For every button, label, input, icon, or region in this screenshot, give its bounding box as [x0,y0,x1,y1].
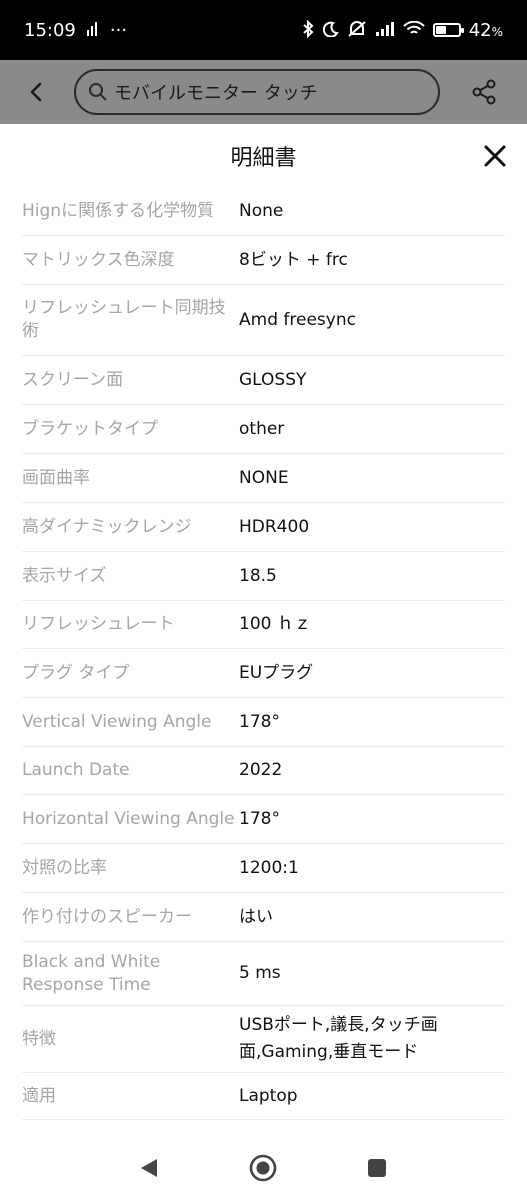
nav-recents-icon [368,1159,386,1177]
spec-label: スクリーン面 [22,369,124,390]
spec-row: マトリックス色深度 8ビット + frc [22,236,505,285]
status-time: 15:09 [24,19,76,41]
bluetooth-icon [301,19,315,41]
search-query-text: モバイルモニター タッチ [114,83,318,104]
search-input[interactable]: モバイルモニター タッチ [74,69,440,115]
spec-label: プラグ タイプ [22,662,130,683]
spec-row: 特徴 USBポート,議長,タッチ画面,Gaming,垂直モード [22,1006,505,1073]
spec-value: NONE [239,467,289,488]
sheet-title: 明細書 [230,146,297,171]
spec-row: リフレッシュレート 100 ｈｚ [22,601,505,649]
spec-value: Laptop [239,1085,298,1106]
spec-row: 表示サイズ 18.5 [22,552,505,601]
nav-back-icon [141,1159,157,1177]
spec-row: 高ダイナミックレンジ HDR400 [22,503,505,552]
battery-level: 42% [468,19,503,41]
spec-row: Hignに関係する化学物質 None [22,188,505,236]
spec-row: Vertical Viewing Angle 178° [22,698,505,747]
spec-label: Launch Date [22,760,130,780]
spec-row: 作り付けのスピーカー はい [22,893,505,942]
spec-row: プラグ タイプ EUプラグ [22,649,505,698]
spec-row: Black and White Response Time 5 ms [22,942,505,1006]
wifi-icon [402,20,425,40]
spec-value: 100 ｈｚ [239,614,311,634]
status-bar: 15:09 ··· 42% [0,0,527,60]
spec-label: 表示サイズ [22,565,107,586]
nav-back-button[interactable] [131,1150,167,1186]
close-icon [484,145,506,167]
share-button[interactable] [440,60,527,124]
more-notifications-icon: ··· [109,19,128,41]
spec-row: 対照の比率 1200:1 [22,844,505,893]
spec-value: 5 ms [239,963,281,983]
moon-icon [322,21,339,40]
spec-list: Hignに関係する化学物質 None マトリックス色深度 8ビット + frc リフレッ… [22,188,505,1120]
spec-row: スクリーン面 GLOSSY [22,356,505,405]
spec-label: Vertical Viewing Angle [22,711,212,732]
spec-label: Black and White Response Time [22,951,161,995]
specifications-sheet: 明細書 Hignに関係する化学物質 None マトリックス色深度 8ビット + frc… [0,126,527,1136]
back-button[interactable] [0,60,74,124]
spec-row: Launch Date 2022 [22,747,505,795]
spec-label: リフレッシュレート同期技術 [22,298,226,341]
back-arrow-icon [30,82,42,102]
battery-icon [432,23,464,37]
spec-label: 画面曲率 [22,467,90,488]
spec-value: 8ビット + frc [239,249,348,270]
spec-label: リフレッシュレート [22,614,175,634]
spec-label: マトリックス色深度 [22,249,175,270]
spec-value: 178° [239,808,280,829]
spec-value: 1200:1 [239,857,299,878]
spec-value: other [239,418,285,439]
search-icon [89,83,107,101]
spec-row: リフレッシュレート同期技術 Amd freesync [22,285,505,356]
spec-value: None [239,201,284,221]
spec-row: 適用 Laptop [22,1073,505,1120]
spec-value: 178° [239,711,280,732]
spec-value: EUプラグ [239,662,314,683]
share-icon [472,79,495,105]
spec-label: ブラケットタイプ [22,418,158,439]
spec-value: USBポート,議長,タッチ画面,Gaming,垂直モード [239,1015,438,1062]
spec-label: 対照の比率 [22,857,107,878]
spec-label: 作り付けのスピーカー [22,906,192,927]
system-nav-bar [0,1136,527,1200]
close-button[interactable] [481,142,509,170]
nav-home-icon [249,1154,277,1182]
spec-row: 画面曲率 NONE [22,454,505,503]
spec-row: Horizontal Viewing Angle 178° [22,795,505,844]
signal-activity-icon [86,21,100,40]
nav-recents-button[interactable] [359,1150,395,1186]
spec-value: GLOSSY [239,369,307,390]
spec-value: HDR400 [239,516,310,537]
spec-value: 18.5 [239,565,277,586]
spec-value: Amd freesync [239,309,356,330]
spec-label: 高ダイナミックレンジ [22,516,192,537]
spec-label: Hignに関係する化学物質 [22,201,215,221]
spec-value: 2022 [239,760,283,780]
spec-value: はい [239,906,273,927]
spec-label: Horizontal Viewing Angle [22,808,235,829]
spec-row: ブラケットタイプ other [22,405,505,454]
spec-label: 適用 [22,1085,56,1106]
cell-signal-icon [375,21,395,40]
app-bar: モバイルモニター タッチ [0,60,527,124]
nav-home-button[interactable] [245,1150,281,1186]
mute-icon [347,20,367,41]
spec-label: 特徴 [22,1028,56,1049]
